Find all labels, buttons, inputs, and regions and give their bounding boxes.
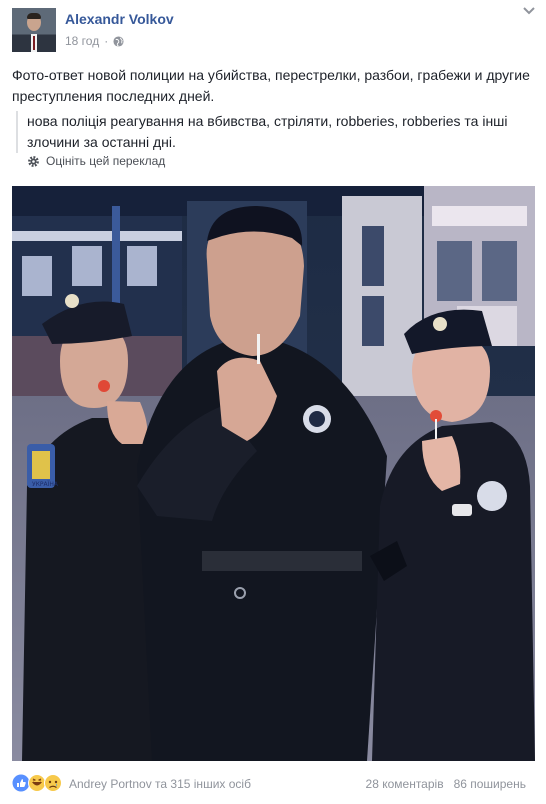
post-meta: 18 год · [65,34,124,48]
rate-translation-label: Оцініть цей переклад [46,154,166,168]
haha-reaction-icon [28,774,46,792]
shares-count[interactable]: 86 поширень [454,777,526,791]
reactions-icons[interactable] [12,774,66,792]
chevron-down-icon[interactable] [522,6,536,16]
rate-translation-link[interactable]: Оцініть цей переклад [27,154,165,168]
avatar-tie [33,36,35,50]
shoulder-patch-text: УКРАЇНА [32,481,59,488]
post-timestamp[interactable]: 18 год [65,34,99,48]
author-name[interactable]: Alexandr Volkov [65,11,174,27]
facebook-post: Alexandr Volkov 18 год · Фото-ответ ново… [0,0,546,804]
like-reaction-icon [12,774,30,792]
post-footer: Andrey Portnov та 315 інших осіб 28 коме… [12,772,534,796]
post-stats: 28 коментарів 86 поширень [366,777,526,791]
post-text: Фото-ответ новой полиции на убийства, пе… [12,67,530,104]
police-officers-photo: УКРАЇНА [12,186,535,761]
meta-separator: · [104,34,109,48]
reactors-summary[interactable]: Andrey Portnov та 315 інших осіб [69,777,251,791]
globe-icon[interactable] [113,35,124,47]
comments-count[interactable]: 28 коментарів [366,777,444,791]
sad-reaction-icon [44,774,62,792]
translated-text: нова поліція реагування на вбивства, стр… [16,111,543,153]
avatar-hair [27,13,41,19]
avatar[interactable] [12,8,56,52]
gear-icon [28,155,39,167]
post-photo[interactable]: УКРАЇНА [12,186,535,761]
